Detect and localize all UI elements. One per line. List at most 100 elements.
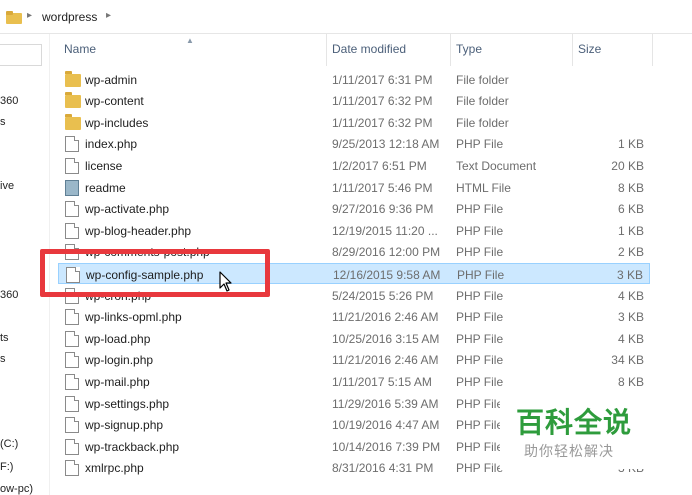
nav-item[interactable]: 360 [0, 95, 18, 107]
file-row[interactable]: readme 1/11/2017 5:46 PM HTML File 8 KB [58, 177, 650, 199]
file-date-modified: 9/25/2013 12:18 AM [332, 137, 440, 152]
file-name: readme [85, 180, 126, 195]
file-row[interactable]: wp-links-opml.php 11/21/2016 2:46 AM PHP F… [58, 306, 650, 328]
file-type: PHP File [456, 353, 504, 368]
php-file-icon [65, 309, 79, 326]
nav-item[interactable]: 360 [0, 289, 18, 301]
file-date-modified: 10/14/2016 7:39 PM [332, 439, 441, 454]
file-type: PHP File [456, 374, 504, 389]
column-header-name[interactable]: Name [64, 42, 96, 56]
file-name: wp-activate.php [85, 202, 170, 217]
file-row[interactable]: index.php 9/25/2013 12:18 AM PHP File 1 KB [58, 133, 650, 155]
column-divider[interactable] [572, 34, 573, 66]
column-divider[interactable] [326, 34, 327, 66]
file-date-modified: 1/11/2017 6:32 PM [332, 115, 433, 130]
file-date-modified: 1/2/2017 6:51 PM [332, 158, 427, 173]
file-size: 1 KB [617, 223, 644, 238]
file-row[interactable]: wp-blog-header.php 12/19/2015 11:20 ... PH… [58, 220, 650, 242]
file-size: 34 KB [611, 353, 644, 368]
column-header-date[interactable]: Date modified [332, 42, 406, 56]
nav-item[interactable]: s [0, 353, 6, 365]
column-header-type[interactable]: Type [456, 42, 482, 56]
file-type: PHP File [456, 461, 504, 476]
chevron-right-icon[interactable]: ▸ [106, 10, 111, 21]
folder-icon [65, 70, 81, 87]
watermark-title: 百科全说 [516, 407, 633, 438]
nav-item-drive-c[interactable]: (C:) [0, 438, 18, 450]
php-file-icon [65, 222, 79, 239]
file-size: 6 KB [617, 202, 644, 217]
php-file-icon [65, 395, 79, 412]
column-divider[interactable] [450, 34, 451, 66]
file-row[interactable]: wp-load.php 10/25/2016 3:15 AM PHP File 4 K… [58, 328, 650, 350]
file-name: wp-blog-header.php [85, 223, 192, 238]
html-file-icon [65, 179, 79, 196]
file-date-modified: 9/27/2016 9:36 PM [332, 202, 434, 217]
file-type: PHP File [456, 137, 504, 152]
php-file-icon [65, 136, 79, 153]
file-date-modified: 12/19/2015 11:20 ... [332, 223, 438, 238]
watermark-logo: 百科全说 助你轻松解决 [500, 387, 668, 469]
file-type: PHP File [456, 439, 504, 454]
file-row[interactable]: license 1/2/2017 6:51 PM Text Document 20 K… [58, 155, 650, 177]
nav-item[interactable]: ive [0, 180, 14, 192]
file-type: HTML File [456, 180, 511, 195]
php-file-icon [65, 373, 79, 390]
folder-icon [65, 92, 81, 109]
file-date-modified: 5/24/2015 5:26 PM [332, 288, 434, 303]
chevron-right-icon[interactable]: ▸ [27, 10, 32, 21]
watermark-subtitle: 助你轻松解决 [524, 443, 614, 459]
column-divider[interactable] [652, 34, 653, 66]
file-type: Text Document [456, 158, 537, 173]
folder-icon [6, 10, 22, 27]
breadcrumb-wordpress[interactable]: wordpress [42, 10, 97, 24]
file-row[interactable]: wp-activate.php 9/27/2016 9:36 PM PHP File… [58, 198, 650, 220]
nav-item[interactable]: ts [0, 332, 9, 344]
file-type: PHP File [456, 396, 504, 411]
file-type: PHP File [456, 223, 504, 238]
file-row[interactable]: wp-includes 1/11/2017 6:32 PM File folder [58, 112, 650, 134]
file-name: wp-mail.php [85, 374, 150, 389]
file-name: xmlrpc.php [85, 461, 144, 476]
php-file-icon [65, 330, 79, 347]
file-type: PHP File [456, 245, 504, 260]
text-file-icon [65, 157, 79, 174]
file-date-modified: 10/25/2016 3:15 AM [332, 331, 440, 346]
file-size: 3 KB [617, 310, 644, 325]
address-bar[interactable]: ▸ wordpress ▸ [0, 0, 692, 34]
file-date-modified: 10/19/2016 4:47 AM [332, 418, 440, 433]
file-row[interactable]: wp-login.php 11/21/2016 2:46 AM PHP File 34… [58, 349, 650, 371]
php-file-icon [65, 417, 79, 434]
file-size: 1 KB [617, 137, 644, 152]
php-file-icon [65, 201, 79, 218]
file-name: wp-links-opml.php [85, 310, 182, 325]
nav-item-network[interactable]: ow-pc) [0, 483, 33, 495]
file-row[interactable]: wp-content 1/11/2017 6:32 PM File folder [58, 90, 650, 112]
file-row[interactable]: wp-admin 1/11/2017 6:31 PM File folder [58, 69, 650, 91]
file-name: wp-includes [85, 115, 149, 130]
file-name: index.php [85, 137, 138, 152]
file-size: 4 KB [617, 331, 644, 346]
file-type: PHP File [457, 267, 505, 282]
file-type: PHP File [456, 288, 504, 303]
file-type: PHP File [456, 202, 504, 217]
nav-item-drive-f[interactable]: F:) [0, 461, 13, 473]
folder-icon [65, 113, 81, 130]
sort-ascending-icon: ▲ [186, 36, 194, 45]
php-file-icon [65, 438, 79, 455]
file-type: File folder [456, 94, 509, 109]
file-type: File folder [456, 72, 509, 87]
column-header-size[interactable]: Size [578, 42, 601, 56]
nav-item[interactable]: s [0, 116, 6, 128]
file-size: 3 KB [616, 267, 643, 282]
file-date-modified: 11/21/2016 2:46 AM [332, 353, 439, 368]
file-date-modified: 8/29/2016 12:00 PM [332, 245, 441, 260]
file-name: wp-signup.php [85, 418, 164, 433]
file-name: wp-admin [85, 72, 138, 87]
file-size: 2 KB [617, 245, 644, 260]
file-name: wp-trackback.php [85, 439, 180, 454]
nav-search-box[interactable] [0, 44, 42, 66]
file-type: File folder [456, 115, 509, 130]
file-date-modified: 1/11/2017 6:31 PM [332, 72, 433, 87]
file-date-modified: 11/21/2016 2:46 AM [332, 310, 439, 325]
